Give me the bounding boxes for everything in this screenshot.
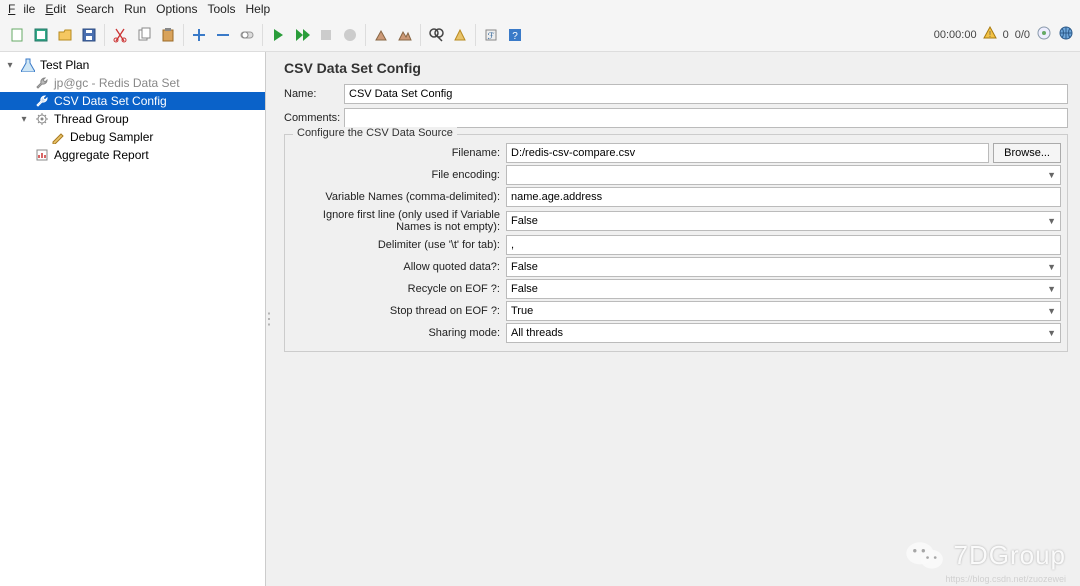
csv-fieldset: Configure the CSV Data Source Filename: … [284, 134, 1068, 352]
comments-label: Comments: [284, 112, 344, 124]
browse-button[interactable]: Browse... [993, 143, 1061, 163]
report-icon [34, 147, 50, 163]
sharing-label: Sharing mode: [291, 327, 506, 339]
watermark-sub: https://blog.csdn.net/zuozewei [945, 574, 1066, 584]
flask-icon [20, 57, 36, 73]
start-noTimers-button[interactable] [291, 24, 313, 46]
warning-count: 0 [1003, 29, 1009, 41]
panel-title: CSV Data Set Config [284, 60, 1068, 76]
chevron-down-icon: ▼ [1047, 262, 1056, 272]
comments-input[interactable] [344, 108, 1068, 128]
menu-tools[interactable]: Tools [203, 2, 239, 16]
fieldset-legend: Configure the CSV Data Source [293, 127, 457, 139]
gear-icon [34, 111, 50, 127]
filename-input[interactable] [506, 143, 989, 163]
copy-button[interactable] [133, 24, 155, 46]
ignore-first-label: Ignore first line (only used if Variable… [291, 209, 506, 233]
quoted-select[interactable]: False▼ [506, 257, 1061, 277]
tree-csv-config[interactable]: CSV Data Set Config [0, 92, 265, 110]
tree-label: Thread Group [54, 112, 129, 126]
elapsed-time: 00:00:00 [934, 29, 977, 41]
main-split: ▾ Test Plan jp@gc - Redis Data Set CSV D… [0, 52, 1080, 586]
chevron-down-icon: ▼ [1047, 306, 1056, 316]
tree-label: Aggregate Report [54, 148, 149, 162]
menu-search[interactable]: Search [72, 2, 118, 16]
stop-button[interactable] [315, 24, 337, 46]
chevron-down-icon: ▼ [1047, 284, 1056, 294]
twisty-icon[interactable]: ▾ [4, 60, 16, 71]
delimiter-label: Delimiter (use '\t' for tab): [291, 239, 506, 251]
tree-label: Debug Sampler [70, 130, 153, 144]
globe-icon [1058, 25, 1074, 44]
tree-test-plan[interactable]: ▾ Test Plan [0, 56, 265, 74]
search-button[interactable] [425, 24, 447, 46]
tree-label: Test Plan [40, 58, 89, 72]
help-button[interactable]: ? [504, 24, 526, 46]
svg-text:?: ? [512, 31, 518, 42]
encoding-label: File encoding: [291, 169, 506, 181]
menu-options[interactable]: Options [152, 2, 201, 16]
toolbar: ℱ ? 00:00:00 ! 0 0/0 [0, 18, 1080, 52]
tree-debug-sampler[interactable]: Debug Sampler [0, 128, 265, 146]
pencil-icon [50, 129, 66, 145]
wrench-icon [34, 75, 50, 91]
stop-select[interactable]: True▼ [506, 301, 1061, 321]
templates-button[interactable] [30, 24, 52, 46]
wrench-icon [34, 93, 50, 109]
expand-button[interactable] [188, 24, 210, 46]
sharing-select[interactable]: All threads▼ [506, 323, 1061, 343]
reset-search-button[interactable] [449, 24, 471, 46]
save-button[interactable] [78, 24, 100, 46]
new-button[interactable] [6, 24, 28, 46]
watermark-text: 7DGroup [954, 540, 1067, 571]
twisty-icon[interactable]: ▾ [18, 114, 30, 125]
delimiter-input[interactable] [506, 235, 1061, 255]
varnames-label: Variable Names (comma-delimited): [291, 191, 506, 203]
menubar: File Edit Search Run Options Tools Help [0, 0, 1080, 18]
name-label: Name: [284, 88, 344, 100]
clear-button[interactable] [370, 24, 392, 46]
stop-label: Stop thread on EOF ?: [291, 305, 506, 317]
svg-text:!: ! [988, 30, 990, 39]
chevron-down-icon: ▼ [1047, 170, 1056, 180]
indicator-icon [1036, 25, 1052, 44]
tree-label: jp@gc - Redis Data Set [54, 76, 180, 90]
clear-all-button[interactable] [394, 24, 416, 46]
name-input[interactable] [344, 84, 1068, 104]
wechat-icon [904, 538, 946, 572]
encoding-select[interactable]: ▼ [506, 165, 1061, 185]
open-button[interactable] [54, 24, 76, 46]
recycle-label: Recycle on EOF ?: [291, 283, 506, 295]
chevron-down-icon: ▼ [1047, 216, 1056, 226]
menu-help[interactable]: Help [241, 2, 274, 16]
test-plan-tree[interactable]: ▾ Test Plan jp@gc - Redis Data Set CSV D… [0, 52, 266, 586]
paste-button[interactable] [157, 24, 179, 46]
menu-file[interactable]: File [4, 2, 39, 16]
shutdown-button[interactable] [339, 24, 361, 46]
collapse-button[interactable] [212, 24, 234, 46]
function-helper-button[interactable]: ℱ [480, 24, 502, 46]
svg-text:ℱ: ℱ [487, 31, 494, 41]
tree-redis-data-set[interactable]: jp@gc - Redis Data Set [0, 74, 265, 92]
menu-run[interactable]: Run [120, 2, 150, 16]
cut-button[interactable] [109, 24, 131, 46]
toggle-button[interactable] [236, 24, 258, 46]
quoted-label: Allow quoted data?: [291, 261, 506, 273]
tree-thread-group[interactable]: ▾ Thread Group [0, 110, 265, 128]
editor-panel: CSV Data Set Config Name: Comments: Conf… [272, 52, 1080, 586]
chevron-down-icon: ▼ [1047, 328, 1056, 338]
menu-edit[interactable]: Edit [41, 2, 70, 16]
tree-aggregate-report[interactable]: Aggregate Report [0, 146, 265, 164]
warning-icon: ! [983, 26, 997, 43]
watermark: 7DGroup [904, 538, 1067, 572]
recycle-select[interactable]: False▼ [506, 279, 1061, 299]
varnames-input[interactable] [506, 187, 1061, 207]
filename-label: Filename: [291, 147, 506, 159]
start-button[interactable] [267, 24, 289, 46]
thread-stats: 0/0 [1015, 29, 1030, 41]
ignore-first-select[interactable]: False▼ [506, 211, 1061, 231]
tree-label: CSV Data Set Config [54, 94, 167, 108]
